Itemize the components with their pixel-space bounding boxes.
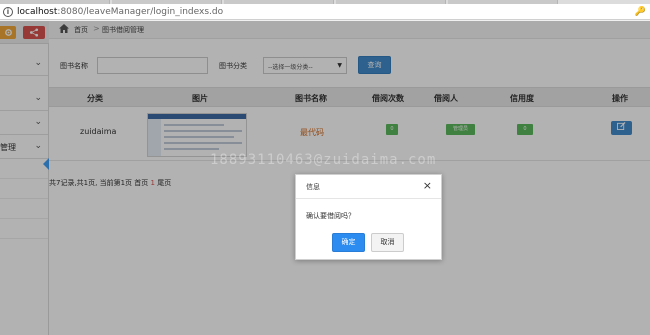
url-host: localhost [17, 7, 58, 17]
confirm-dialog: 信息 × 确认要借阅吗？ 确定 取消 [295, 174, 442, 260]
address-bar[interactable]: i localhost:8080/leaveManager/login_inde… [0, 4, 650, 20]
close-icon[interactable]: × [423, 179, 432, 193]
key-icon[interactable]: 🔑 [635, 7, 646, 17]
confirm-button[interactable]: 确定 [332, 233, 365, 252]
watermark-text: 18893110463@zuidaima.com [210, 152, 437, 168]
url-path: :8080/leaveManager/login_indexs.do [57, 7, 224, 17]
dialog-message: 确认要借阅吗？ [306, 212, 355, 220]
info-icon[interactable]: i [3, 7, 13, 17]
dialog-title: 信息 [306, 183, 320, 191]
cancel-button[interactable]: 取消 [371, 233, 404, 252]
dialog-header: 信息 × [296, 175, 441, 199]
sidebar-active-pointer [43, 158, 49, 170]
url-text[interactable]: localhost:8080/leaveManager/login_indexs… [17, 6, 223, 18]
